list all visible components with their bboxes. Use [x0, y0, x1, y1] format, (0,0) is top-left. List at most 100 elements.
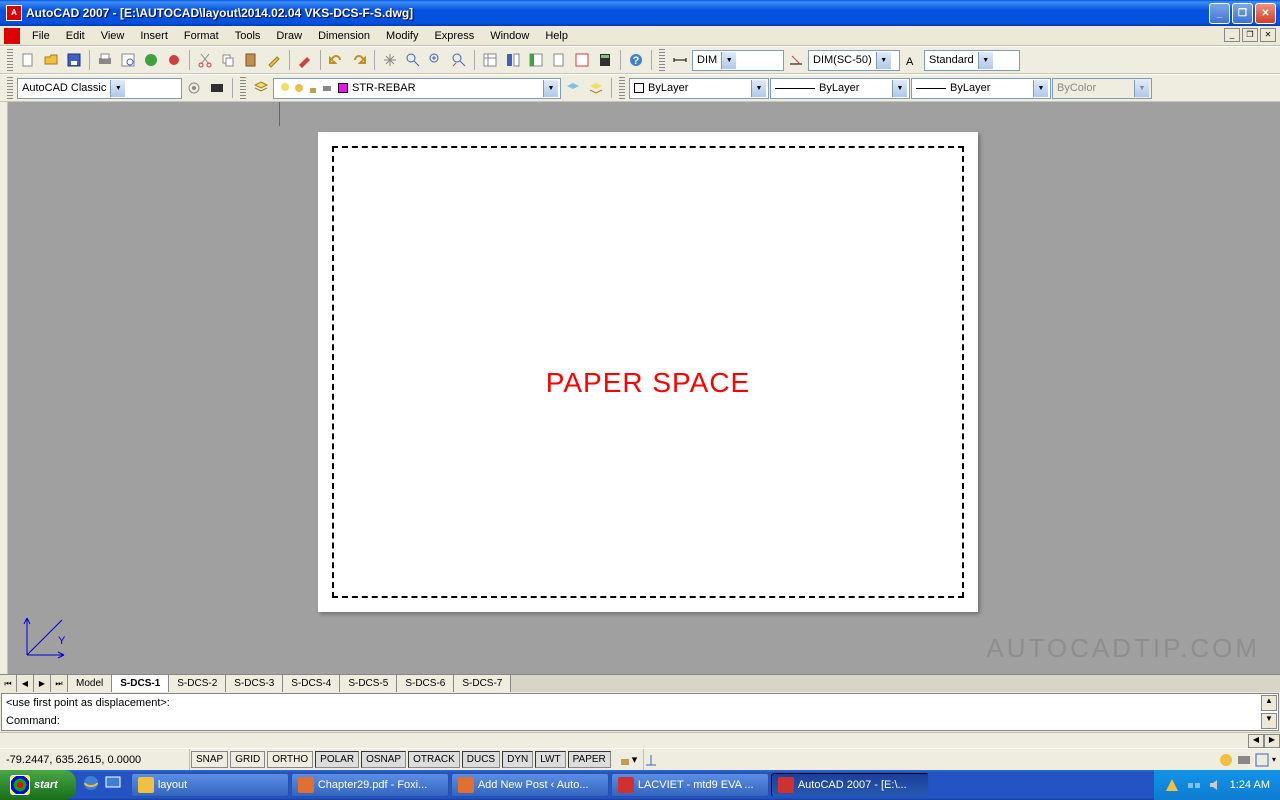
tray-clock[interactable]: 1:24 AM — [1230, 779, 1270, 791]
save-button[interactable] — [63, 49, 85, 71]
layer-previous-button[interactable] — [562, 77, 584, 99]
command-scroll-down-button[interactable]: ▼ — [1261, 713, 1277, 729]
tray-volume-icon[interactable] — [1208, 777, 1224, 793]
workspace-combo[interactable]: AutoCAD Classic▼ — [17, 78, 182, 99]
quickcalc-button[interactable] — [594, 49, 616, 71]
layer-manager-button[interactable] — [250, 77, 272, 99]
quick-launch-ie-icon[interactable] — [82, 774, 102, 796]
zoom-realtime-button[interactable] — [402, 49, 424, 71]
comm-center-icon[interactable] — [1218, 752, 1234, 768]
menu-file[interactable]: File — [24, 28, 58, 44]
tray-settings-icon[interactable] — [1236, 752, 1252, 768]
tab-next-button[interactable]: ▶ — [34, 675, 51, 692]
status-toggle-grid[interactable]: GRID — [230, 751, 265, 768]
mdi-close-button[interactable]: ✕ — [1260, 28, 1276, 42]
quick-launch-desktop-icon[interactable] — [104, 774, 124, 796]
help-button[interactable]: ? — [625, 49, 647, 71]
task-button[interactable]: layout — [131, 773, 289, 797]
layer-combo[interactable]: STR-REBAR ▼ — [273, 78, 561, 99]
minimize-button[interactable]: _ — [1209, 3, 1230, 24]
status-toggle-snap[interactable]: SNAP — [191, 751, 228, 768]
menu-express[interactable]: Express — [426, 28, 482, 44]
tab-prev-button[interactable]: ◀ — [17, 675, 34, 692]
zoom-previous-button[interactable] — [448, 49, 470, 71]
status-toggle-lwt[interactable]: LWT — [535, 751, 565, 768]
status-toggle-paper[interactable]: PAPER — [568, 751, 611, 768]
task-button[interactable]: Chapter29.pdf - Foxi... — [291, 773, 449, 797]
3dconnexion-button[interactable] — [163, 49, 185, 71]
chevron-down-icon[interactable]: ▼ — [721, 52, 736, 69]
hscroll-right-button[interactable]: ▶ — [1264, 734, 1280, 748]
markup-button[interactable] — [571, 49, 593, 71]
dim-style2-combo[interactable]: DIM(SC-50)▼ — [808, 50, 900, 71]
menu-window[interactable]: Window — [482, 28, 537, 44]
chevron-down-icon[interactable]: ▼ — [751, 80, 766, 97]
paste-button[interactable] — [240, 49, 262, 71]
textstyle-icon[interactable]: A — [901, 49, 923, 71]
status-toggle-dyn[interactable]: DYN — [502, 751, 533, 768]
open-button[interactable] — [40, 49, 62, 71]
task-button[interactable]: AutoCAD 2007 - [E:\... — [771, 773, 929, 797]
paper-space-canvas[interactable]: PAPER SPACE Y AUTOCADTIP.COM — [8, 102, 1280, 674]
publish-button[interactable] — [140, 49, 162, 71]
zoom-window-button[interactable] — [425, 49, 447, 71]
command-hscroll[interactable]: ◀▶ — [0, 732, 1280, 748]
menu-view[interactable]: View — [93, 28, 133, 44]
tab-last-button[interactable]: ⏭ — [51, 675, 68, 692]
new-button[interactable] — [17, 49, 39, 71]
status-annotation-icon[interactable] — [644, 753, 658, 767]
properties-button[interactable] — [479, 49, 501, 71]
tray-warn-icon[interactable] — [1164, 777, 1180, 793]
match-properties-button[interactable] — [263, 49, 285, 71]
dim-style-combo[interactable]: DIM▼ — [692, 50, 784, 71]
my-workspace-button[interactable] — [206, 77, 228, 99]
dimstyle-icon[interactable] — [669, 49, 691, 71]
menu-help[interactable]: Help — [537, 28, 576, 44]
chevron-down-icon[interactable]: ▼ — [978, 52, 993, 69]
layout-tab-sdcs2[interactable]: S-DCS-2 — [169, 675, 226, 692]
lineweight-combo[interactable]: ByLayer▼ — [911, 78, 1051, 99]
plot-preview-button[interactable] — [117, 49, 139, 71]
menu-tools[interactable]: Tools — [227, 28, 269, 44]
mdi-restore-button[interactable]: ❐ — [1242, 28, 1258, 42]
menu-insert[interactable]: Insert — [132, 28, 176, 44]
chevron-down-icon[interactable]: ▼ — [892, 80, 907, 97]
start-button[interactable]: start — [0, 770, 76, 800]
layout-tab-model[interactable]: Model — [68, 675, 112, 692]
undo-button[interactable] — [325, 49, 347, 71]
command-scroll-up-button[interactable]: ▲ — [1261, 695, 1277, 711]
chevron-down-icon[interactable]: ▼ — [876, 52, 891, 69]
menu-format[interactable]: Format — [176, 28, 227, 44]
status-locks[interactable]: ▾ — [612, 749, 645, 770]
menu-edit[interactable]: Edit — [58, 28, 93, 44]
coordinates-display[interactable]: -79.2447, 635.2615, 0.0000 — [0, 749, 190, 770]
layout-tab-sdcs3[interactable]: S-DCS-3 — [226, 675, 283, 692]
layout-tab-sdcs1[interactable]: S-DCS-1 — [112, 675, 169, 692]
workspace-settings-button[interactable] — [183, 77, 205, 99]
menu-dimension[interactable]: Dimension — [310, 28, 378, 44]
color-combo[interactable]: ByLayer▼ — [629, 78, 769, 99]
text-style-combo[interactable]: Standard▼ — [924, 50, 1020, 71]
dimstyle2-icon[interactable] — [785, 49, 807, 71]
menu-modify[interactable]: Modify — [378, 28, 426, 44]
block-editor-button[interactable] — [294, 49, 316, 71]
layer-states-button[interactable] — [585, 77, 607, 99]
status-toggle-otrack[interactable]: OTRACK — [408, 751, 460, 768]
design-center-button[interactable] — [502, 49, 524, 71]
layout-tab-sdcs6[interactable]: S-DCS-6 — [397, 675, 454, 692]
mdi-minimize-button[interactable]: _ — [1224, 28, 1240, 42]
sheet-set-button[interactable] — [548, 49, 570, 71]
copy-button[interactable] — [217, 49, 239, 71]
close-button[interactable]: ✕ — [1255, 3, 1276, 24]
redo-button[interactable] — [348, 49, 370, 71]
menu-draw[interactable]: Draw — [268, 28, 310, 44]
tool-palettes-button[interactable] — [525, 49, 547, 71]
linetype-combo[interactable]: ByLayer▼ — [770, 78, 910, 99]
toolbar-grip[interactable] — [7, 77, 13, 99]
tab-first-button[interactable]: ⏮ — [0, 675, 17, 692]
command-prompt[interactable]: Command: — [2, 712, 1278, 730]
pan-button[interactable] — [379, 49, 401, 71]
system-tray[interactable]: 1:24 AM — [1154, 770, 1280, 800]
chevron-down-icon[interactable]: ▼ — [110, 80, 125, 97]
status-toggle-osnap[interactable]: OSNAP — [361, 751, 406, 768]
